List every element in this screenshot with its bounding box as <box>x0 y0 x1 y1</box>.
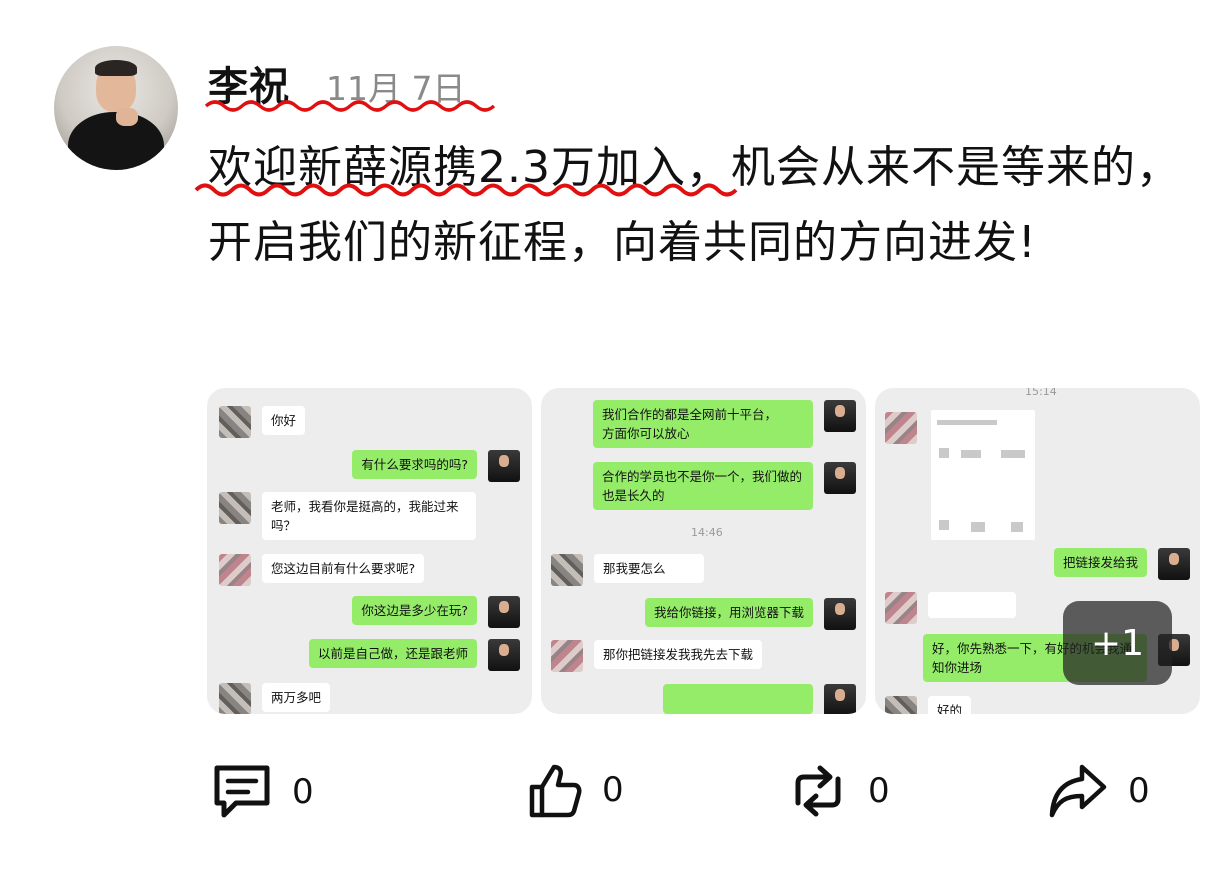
contact-avatar <box>219 406 251 438</box>
self-avatar <box>1158 548 1190 580</box>
share-button[interactable]: 0 <box>1048 761 1150 821</box>
like-button[interactable]: 0 <box>528 761 624 819</box>
repost-button[interactable]: 0 <box>788 763 890 819</box>
chat-bubble-incoming: 您这边目前有什么要求呢? <box>262 554 425 583</box>
self-avatar <box>488 596 520 628</box>
chat-row: 两万多吧 <box>219 683 331 714</box>
self-avatar <box>488 450 520 482</box>
repost-count: 0 <box>868 771 890 811</box>
chat-row: 合作的学员也不是你一个，我们做的也是长久的 <box>593 462 856 510</box>
repost-icon <box>795 765 841 817</box>
contact-avatar <box>885 696 917 714</box>
self-avatar <box>824 400 856 432</box>
self-avatar <box>824 598 856 630</box>
contact-avatar <box>885 412 917 444</box>
chat-bubble-line: 我们合作的都是全网前十平台， <box>602 407 778 422</box>
contact-avatar <box>551 554 583 586</box>
chat-bubble-incoming: 那我要怎么 <box>594 554 704 583</box>
comment-button[interactable]: 0 <box>212 763 314 821</box>
gallery-image-1[interactable]: 你好 有什么要求吗的吗? 老师，我看你是挺高的，我能过来吗？ 您这边目前有什么要… <box>207 388 532 714</box>
chat-bubble-outgoing: 把链接发给我 <box>1053 548 1147 577</box>
chat-bubble-outgoing: 我们合作的都是全网前十平台， 方面你可以放心 <box>593 400 813 448</box>
post-body-text: 欢迎新薛源携2.3万加入，机会从来不是等来的，开启我们的新征程，向着共同的方向进… <box>208 142 1181 268</box>
author-avatar[interactable] <box>54 46 178 170</box>
chat-row <box>885 592 1016 624</box>
action-bar: 0 0 0 0 <box>0 757 1232 827</box>
post-date: 11月 7日 <box>326 69 466 108</box>
chat-row: 好的 <box>885 696 972 714</box>
gallery-image-2[interactable]: 我们合作的都是全网前十平台， 方面你可以放心 合作的学员也不是你一个，我们做的也… <box>541 388 866 714</box>
chat-bubble-outgoing: 以前是自己做，还是跟老师 <box>308 639 477 668</box>
share-count: 0 <box>1128 771 1150 811</box>
chat-bubble-incoming <box>928 592 1016 618</box>
chat-row: 您这边目前有什么要求呢? <box>219 554 425 586</box>
self-avatar <box>824 462 856 494</box>
chat-row: 你这边是多少在玩? <box>352 596 520 628</box>
contact-avatar <box>219 492 251 524</box>
more-images-badge[interactable]: +1 <box>1063 601 1172 685</box>
chat-row: 我们合作的都是全网前十平台， 方面你可以放心 <box>593 400 856 448</box>
chat-row: 有什么要求吗的吗? <box>352 450 520 482</box>
chat-bubble-outgoing: 我给你链接，用浏览器下载 <box>644 598 813 627</box>
chat-timestamp: 14:46 <box>691 526 723 539</box>
chat-timestamp: 15:14 <box>1025 388 1057 398</box>
chat-bubble-incoming: 你好 <box>262 406 306 435</box>
chat-row: 那你把链接发我我先去下载 <box>551 640 763 672</box>
contact-avatar <box>219 554 251 586</box>
chat-bubble-incoming: 两万多吧 <box>262 683 331 712</box>
chat-bubble-outgoing: 你这边是多少在玩? <box>352 596 477 625</box>
chat-bubble-incoming: 老师，我看你是挺高的，我能过来吗？ <box>262 492 476 540</box>
chat-row: 老师，我看你是挺高的，我能过来吗？ <box>219 492 476 540</box>
chat-bubble-incoming: 那你把链接发我我先去下载 <box>594 640 763 669</box>
contact-avatar <box>885 592 917 624</box>
chat-row: 把链接发给我 <box>1053 548 1190 580</box>
self-avatar <box>488 639 520 671</box>
chat-row <box>663 684 856 714</box>
chat-bubble-outgoing: 有什么要求吗的吗? <box>352 450 477 479</box>
comment-count: 0 <box>292 772 314 812</box>
chat-bubble-incoming: 好的 <box>928 696 972 714</box>
chat-bubble-outgoing: 合作的学员也不是你一个，我们做的也是长久的 <box>593 462 813 510</box>
chat-row: 我给你链接，用浏览器下载 <box>644 598 856 630</box>
share-icon <box>1049 764 1107 818</box>
chat-row <box>885 412 917 444</box>
chat-row: 那我要怎么 <box>551 554 704 586</box>
chat-row: 以前是自己做，还是跟老师 <box>308 639 520 671</box>
contact-avatar <box>219 683 251 714</box>
author-name[interactable]: 李祝 <box>208 54 290 112</box>
chat-bubble-outgoing <box>663 684 813 714</box>
like-count: 0 <box>602 770 624 810</box>
self-avatar <box>824 684 856 714</box>
comment-icon <box>214 765 270 818</box>
shared-screenshot <box>931 410 1035 540</box>
thumbs-up-icon <box>529 764 582 818</box>
contact-avatar <box>551 640 583 672</box>
chat-bubble-line: 方面你可以放心 <box>602 426 690 441</box>
image-gallery: 你好 有什么要求吗的吗? 老师，我看你是挺高的，我能过来吗？ 您这边目前有什么要… <box>207 388 1201 714</box>
chat-row: 你好 <box>219 406 306 438</box>
